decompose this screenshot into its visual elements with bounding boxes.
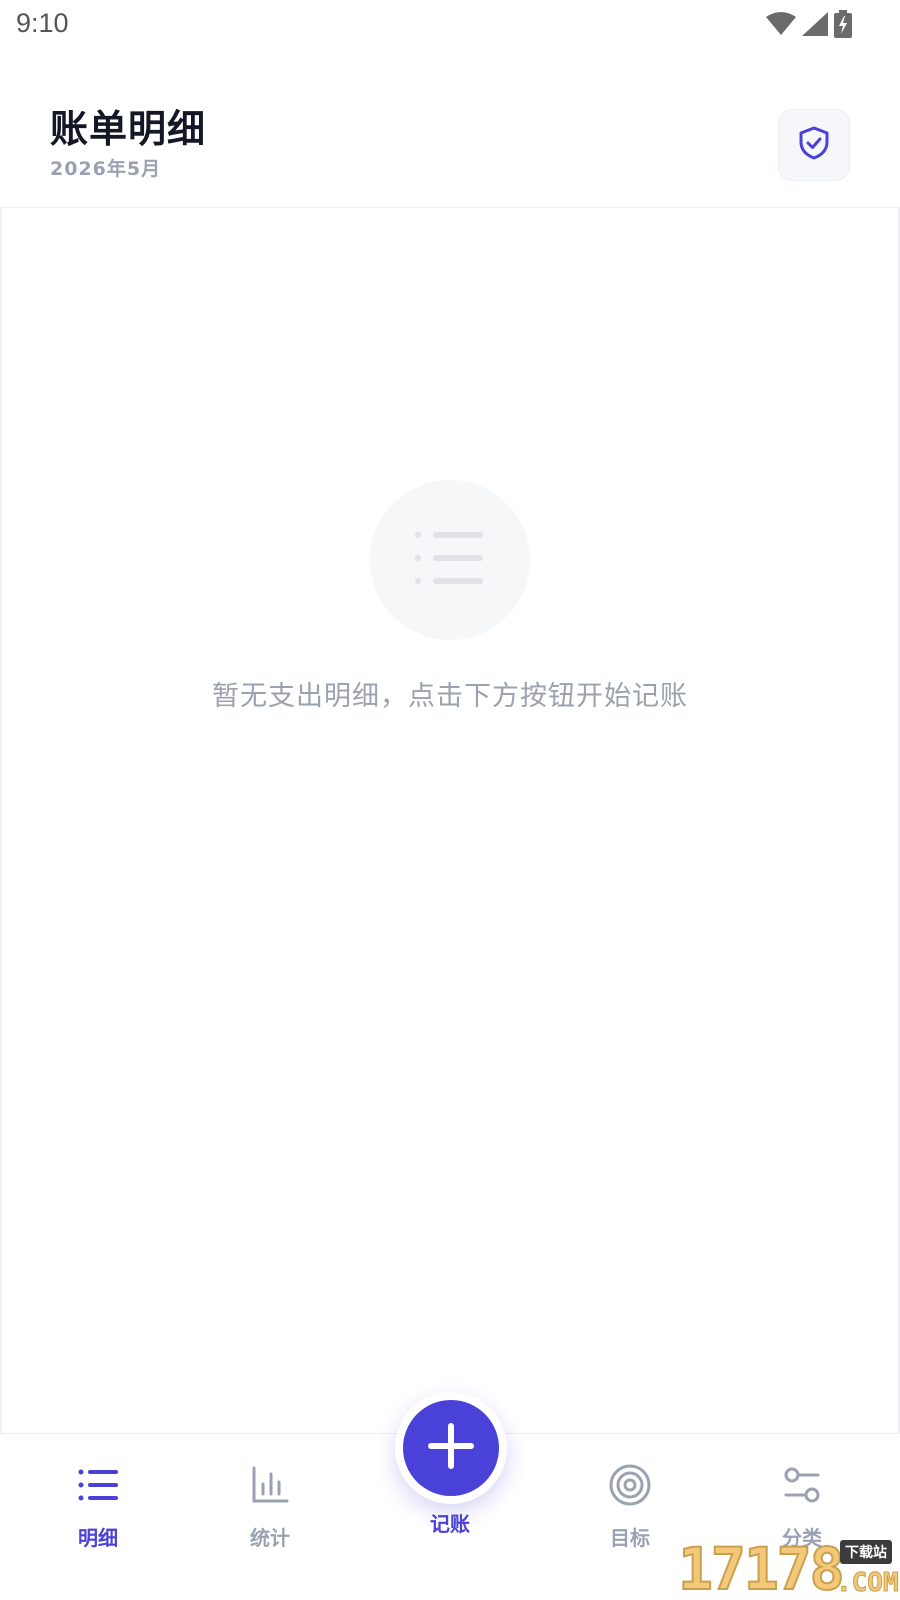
- empty-state-message: 暂无支出明细，点击下方按钮开始记账: [212, 681, 688, 712]
- security-button[interactable]: [778, 109, 850, 181]
- nav-label: 统计: [250, 1526, 290, 1550]
- app-frame: [0, 50, 900, 1600]
- nav-item-details[interactable]: 明细: [38, 1462, 158, 1551]
- watermark-badge: 下载站: [840, 1540, 892, 1564]
- signal-icon: [802, 12, 828, 36]
- battery-charging-icon: [834, 10, 852, 38]
- status-icons: [766, 9, 852, 39]
- add-record-button[interactable]: [395, 1392, 507, 1504]
- add-record-label[interactable]: 记账: [390, 1508, 510, 1537]
- status-bar: 9:10: [0, 0, 900, 50]
- list-icon: [413, 528, 487, 592]
- watermark-suffix: .COM: [836, 1568, 900, 1599]
- app-screen: 9:10 账单明细 2026年5月 暂无支出明细，点击下方按钮开始记账 明细 统…: [0, 0, 900, 1600]
- wifi-icon: [766, 12, 796, 36]
- shield-check-icon: [798, 126, 830, 164]
- target-icon: [609, 1464, 651, 1510]
- plus-icon: [427, 1422, 475, 1474]
- nav-label: 目标: [610, 1526, 650, 1550]
- nav-label: 明细: [78, 1526, 118, 1550]
- page-subtitle: 2026年5月: [50, 158, 162, 180]
- sliders-icon: [783, 1466, 821, 1508]
- status-time: 9:10: [16, 8, 69, 38]
- watermark-digits: 17178: [677, 1535, 846, 1600]
- site-watermark: 17178 下载站 .COM: [677, 1535, 900, 1600]
- nav-item-stats[interactable]: 统计: [210, 1462, 330, 1551]
- list-icon: [78, 1468, 118, 1506]
- empty-state-illustration: [370, 480, 530, 640]
- add-record-button-core[interactable]: [403, 1400, 499, 1496]
- nav-item-goals[interactable]: 目标: [570, 1462, 690, 1551]
- page-title: 账单明细: [50, 107, 207, 151]
- bar-chart-icon: [251, 1466, 289, 1508]
- page-header: 账单明细 2026年5月: [0, 50, 900, 208]
